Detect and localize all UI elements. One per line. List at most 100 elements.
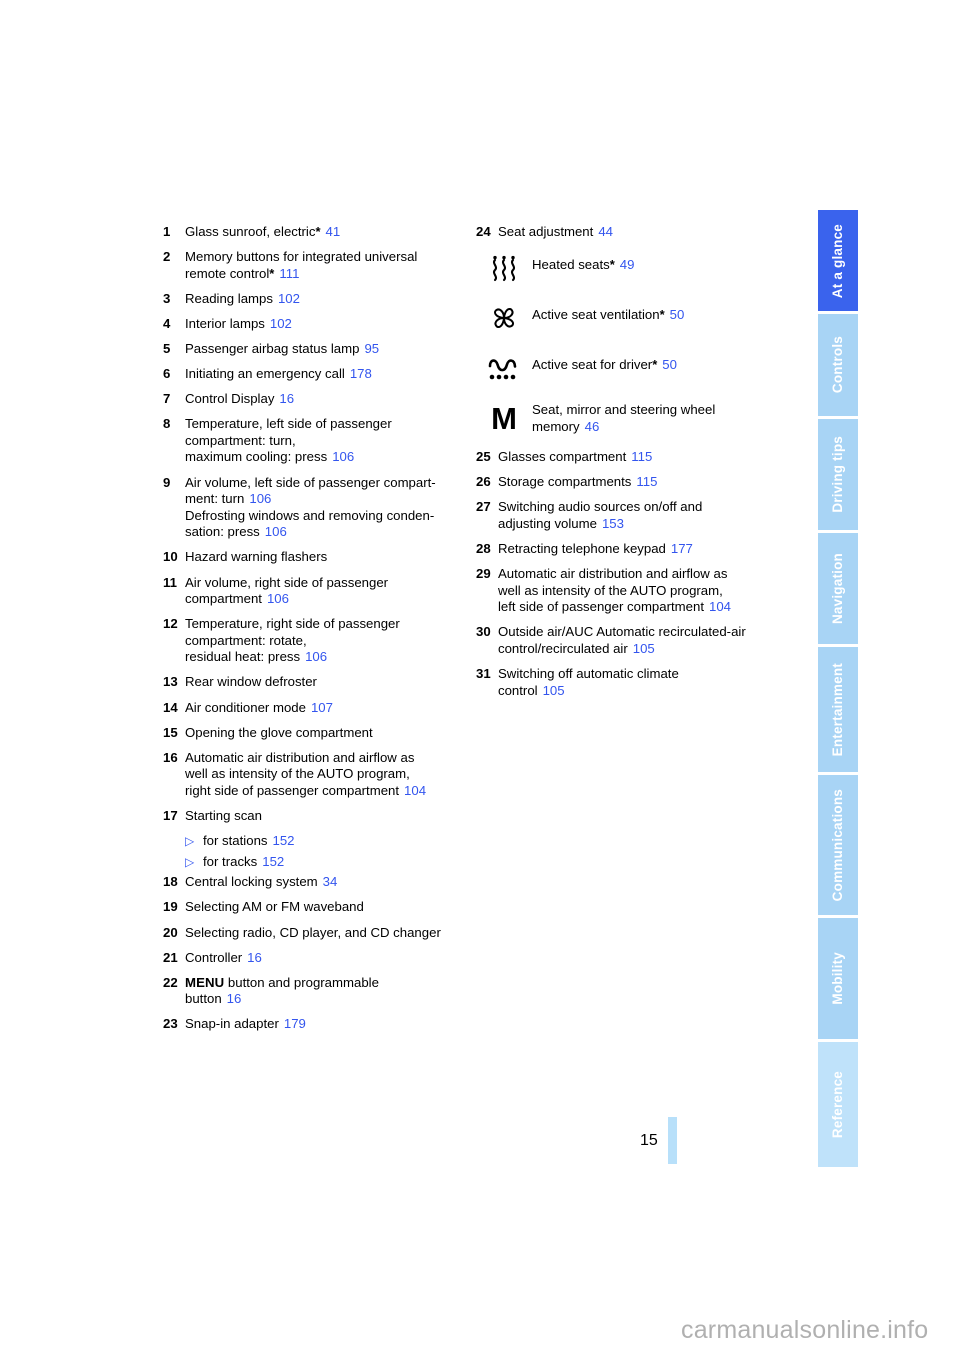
entry-text: Reading lamps: [185, 290, 273, 306]
entry-line: Active seat ventilation* 50: [532, 307, 786, 324]
page-reference-link[interactable]: 111: [279, 266, 299, 281]
page-reference-link[interactable]: 106: [332, 449, 354, 464]
entry-text: Passenger airbag status lamp: [185, 340, 360, 356]
page-reference-link[interactable]: 177: [671, 541, 693, 556]
entry-line: Reading lamps 102: [185, 291, 463, 308]
page-reference-link[interactable]: 50: [670, 307, 685, 322]
section-tab-reference[interactable]: Reference: [818, 1041, 858, 1170]
entry-line: Glass sunroof, electric* 41: [185, 224, 463, 241]
entry-text: control/recirculated air: [498, 640, 628, 656]
entry-line: Temperature, left side of passenger: [185, 416, 463, 433]
entry-line: Snap-in adapter 179: [185, 1016, 463, 1033]
page-reference-link[interactable]: 152: [273, 833, 295, 848]
page-reference-link[interactable]: 115: [631, 449, 652, 464]
entry-text: Air volume, right side of passenger: [185, 574, 389, 590]
entry-text: Air conditioner mode: [185, 699, 306, 715]
legend-sub-entry: ▷ for tracks 152: [163, 854, 463, 871]
legend-entry-body: Glass sunroof, electric* 41: [185, 224, 463, 241]
entry-text: Memory buttons for integrated universal: [185, 249, 418, 265]
legend-entry-body: Reading lamps 102: [185, 291, 463, 308]
entry-text: Outside air/AUC Automatic recirculated-a…: [498, 624, 746, 640]
entry-line: Air conditioner mode 107: [185, 700, 463, 717]
page-reference-link[interactable]: 49: [620, 257, 635, 272]
entry-text: Hazard warning flashers: [185, 549, 328, 565]
section-tab-mobility[interactable]: Mobility: [818, 917, 858, 1042]
page-reference-link[interactable]: 115: [636, 474, 657, 489]
section-tab-at-a-glance[interactable]: At a glance: [818, 210, 858, 315]
page-reference-link[interactable]: 106: [267, 591, 289, 606]
section-tab-entertainment[interactable]: Entertainment: [818, 646, 858, 775]
page-reference-link[interactable]: 102: [278, 291, 300, 306]
section-tab-communications[interactable]: Communications: [818, 775, 858, 918]
entry-line: left side of passenger compartment 104: [498, 599, 786, 616]
page-reference-link[interactable]: 106: [249, 491, 271, 506]
legend-number: 26: [476, 474, 491, 490]
entry-text: Switching audio sources on/off and: [498, 499, 703, 515]
page-reference-link[interactable]: 16: [279, 391, 294, 406]
legend-entry-body: Automatic air distribution and airflow a…: [498, 566, 786, 616]
legend-number: 15: [163, 724, 178, 740]
page-reference-link[interactable]: 106: [305, 649, 327, 664]
legend-icon-entry: Heated seats* 49: [476, 249, 786, 287]
entry-line: compartment: turn,: [185, 433, 463, 450]
legend-entry: 28 Retracting telephone keypad 177: [476, 541, 786, 558]
legend-entry-body: Outside air/AUC Automatic recirculated-a…: [498, 624, 786, 657]
page-reference-link[interactable]: 105: [633, 641, 655, 656]
page-reference-link[interactable]: 16: [247, 950, 262, 965]
legend-number: 5: [163, 340, 171, 356]
page-reference-link[interactable]: 102: [270, 316, 292, 331]
section-tab-navigation[interactable]: Navigation: [818, 532, 858, 647]
legend-entry-body: Switching off automatic climate control 10…: [498, 666, 786, 699]
legend-entry: 9 Air volume, left side of passenger comp…: [163, 475, 463, 541]
entry-line: Automatic air distribution and airflow a…: [185, 750, 463, 767]
entry-line: Outside air/AUC Automatic recirculated-a…: [498, 624, 786, 641]
legend-entry-body: Memory buttons for integrated universal r…: [185, 249, 463, 282]
section-tab-driving-tips[interactable]: Driving tips: [818, 418, 858, 533]
legend-entry: 5 Passenger airbag status lamp 95: [163, 341, 463, 358]
page-reference-link[interactable]: 16: [227, 991, 242, 1006]
page-reference-link[interactable]: 104: [709, 599, 731, 614]
watermark-text: carmanualsonline.info: [681, 1316, 929, 1344]
legend-number: 11: [163, 574, 177, 590]
page-reference-link[interactable]: 152: [262, 854, 284, 869]
section-tab-label: At a glance: [830, 223, 846, 298]
page-reference-link[interactable]: 104: [404, 783, 426, 798]
legend-entry-body: Automatic air distribution and airflow a…: [185, 750, 463, 800]
page-reference-link[interactable]: 179: [284, 1016, 306, 1031]
entry-line: right side of passenger compartment 104: [185, 783, 463, 800]
page-reference-link[interactable]: 107: [311, 700, 333, 715]
entry-line: Initiating an emergency call 178: [185, 366, 463, 383]
section-tab-label: Reference: [830, 1070, 846, 1138]
page-reference-link[interactable]: 50: [662, 357, 677, 372]
page-reference-link[interactable]: 178: [350, 366, 372, 381]
entry-line: Rear window defroster: [185, 674, 463, 691]
page-reference-link[interactable]: 106: [265, 524, 287, 539]
entry-text: Automatic air distribution and airflow a…: [185, 749, 415, 765]
page-reference-link[interactable]: 95: [364, 341, 379, 356]
page-reference-link[interactable]: 44: [598, 224, 613, 239]
section-tab-controls[interactable]: Controls: [818, 314, 858, 419]
entry-text: well as intensity of the AUTO program,: [498, 582, 723, 598]
page-reference-link[interactable]: 153: [602, 516, 624, 531]
entry-line: Storage compartments 115: [498, 474, 786, 491]
entry-line: Defrosting windows and removing conden-: [185, 508, 463, 525]
entry-text: Active seat ventilation: [532, 307, 660, 323]
entry-line: compartment 106: [185, 591, 463, 608]
legend-entry-body: Selecting AM or FM waveband: [185, 899, 463, 916]
entry-line: Glasses compartment 115: [498, 449, 786, 466]
legend-number: 13: [163, 674, 178, 690]
page-reference-link[interactable]: 34: [323, 874, 338, 889]
page-reference-link[interactable]: 105: [543, 683, 565, 698]
page-reference-link[interactable]: 41: [326, 224, 341, 239]
legend-entry: 20 Selecting radio, CD player, and CD cha…: [163, 925, 463, 942]
entry-text: well as intensity of the AUTO program,: [185, 766, 410, 782]
entry-line: MENU button and programmable: [185, 975, 463, 992]
legend-entry-body: Rear window defroster: [185, 674, 463, 691]
page-reference-link[interactable]: 46: [585, 419, 600, 434]
legend-entry-body: Air volume, right side of passenger compa…: [185, 575, 463, 608]
entry-text: residual heat: press: [185, 649, 301, 665]
legend-entry-body: Snap-in adapter 179: [185, 1016, 463, 1033]
entry-line: Heated seats* 49: [532, 257, 786, 274]
entry-line: adjusting volume 153: [498, 516, 786, 533]
legend-entry-body: Active seat ventilation* 50: [532, 299, 786, 324]
